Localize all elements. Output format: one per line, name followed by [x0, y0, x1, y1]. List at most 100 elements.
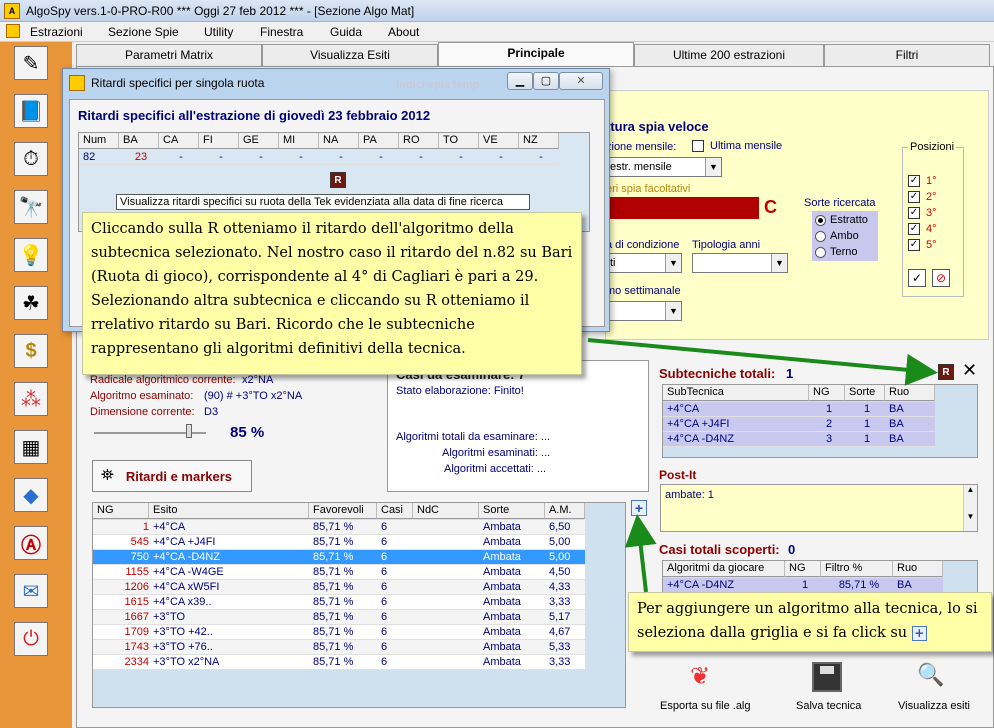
- progress-slider[interactable]: [94, 422, 206, 440]
- lightbulb-icon[interactable]: 💡: [14, 238, 48, 272]
- mail-icon[interactable]: ✉: [14, 574, 48, 608]
- table-row[interactable]: +4°CA 1 1 BA: [663, 402, 935, 417]
- close-icon[interactable]: ✕: [559, 72, 603, 90]
- column-header[interactable]: MI: [279, 133, 319, 149]
- check-all-icon[interactable]: ✓: [908, 269, 926, 287]
- tab-filtri[interactable]: Filtri: [824, 44, 990, 66]
- postit-area[interactable]: ambate: 1 ▲ ▼: [660, 484, 978, 532]
- column-header[interactable]: Sorte: [845, 385, 885, 401]
- table-row[interactable]: 545 +4°CA +J4FI 85,71 % 6 Ambata 5,00: [93, 535, 585, 550]
- esporta-button[interactable]: Esporta su file .alg: [660, 700, 751, 712]
- column-header[interactable]: VE: [479, 133, 519, 149]
- column-header[interactable]: NG: [809, 385, 845, 401]
- power-icon[interactable]: ⏻: [14, 622, 48, 656]
- column-header[interactable]: Casi: [377, 503, 413, 519]
- condizione-combo[interactable]: ti ▼: [606, 253, 682, 273]
- clock-icon[interactable]: ⏱: [14, 142, 48, 176]
- pos2-checkbox[interactable]: ✓: [908, 191, 920, 203]
- salva-button[interactable]: Salva tecnica: [796, 700, 861, 712]
- tab-parametri-matrix[interactable]: Parametri Matrix: [76, 44, 262, 66]
- column-header[interactable]: NdC scoperti: [413, 503, 479, 531]
- add-algorithm-button[interactable]: +: [631, 500, 647, 516]
- settimanale-combo[interactable]: ▼: [606, 301, 682, 321]
- drop-icon[interactable]: ◆: [14, 478, 48, 512]
- postit-scrollbar[interactable]: ▲ ▼: [963, 485, 977, 531]
- menu-guida[interactable]: Guida: [330, 25, 362, 39]
- column-header[interactable]: Algoritmi da giocare: [663, 561, 785, 577]
- column-header[interactable]: BA: [119, 133, 159, 149]
- binoculars-icon[interactable]: 🔭: [14, 190, 48, 224]
- column-header[interactable]: Filtro %: [821, 561, 893, 577]
- tab-ultime-200[interactable]: Ultime 200 estrazioni: [634, 44, 824, 66]
- r-button[interactable]: R: [938, 364, 954, 380]
- pos1-checkbox[interactable]: ✓: [908, 175, 920, 187]
- spia-input[interactable]: [606, 197, 759, 219]
- popup-r-icon[interactable]: R: [330, 172, 346, 188]
- dollar-icon[interactable]: $: [14, 334, 48, 368]
- column-header[interactable]: PA: [359, 133, 399, 149]
- results-grid[interactable]: NGEsitoFavorevoliCasiNdC scopertiSorteA.…: [92, 502, 626, 708]
- menu-estrazioni[interactable]: Estrazioni: [30, 25, 83, 39]
- minimize-icon[interactable]: ▁: [507, 72, 533, 90]
- pyramid-icon[interactable]: ⁂: [14, 382, 48, 416]
- book-icon[interactable]: 📘: [14, 94, 48, 128]
- column-header[interactable]: GE: [239, 133, 279, 149]
- column-header[interactable]: Num: [79, 133, 119, 149]
- pencil-icon[interactable]: ✎: [14, 46, 48, 80]
- column-header[interactable]: NA: [319, 133, 359, 149]
- ritardi-markers-button[interactable]: ⛯ Ritardi e markers: [92, 460, 252, 492]
- table-row[interactable]: 1709 +3°TO +42.. 85,71 % 6 Ambata 4,67: [93, 625, 585, 640]
- maximize-icon[interactable]: ▢: [533, 72, 559, 90]
- pos5-checkbox[interactable]: ✓: [908, 239, 920, 251]
- menu-finestra[interactable]: Finestra: [260, 25, 303, 39]
- pos3-checkbox[interactable]: ✓: [908, 207, 920, 219]
- column-header[interactable]: Ruo: [893, 561, 943, 577]
- table-row[interactable]: 1155 +4°CA -W4GE 85,71 % 6 Ambata 4,50: [93, 565, 585, 580]
- table-row[interactable]: +4°CA +J4FI 2 1 BA: [663, 417, 935, 432]
- visualizza-button[interactable]: Visualizza esiti: [898, 700, 970, 712]
- magnifier-icon[interactable]: 🔍: [916, 662, 946, 692]
- radio-estratto[interactable]: [815, 215, 826, 226]
- menu-sezione-spie[interactable]: Sezione Spie: [108, 25, 179, 39]
- column-header[interactable]: A.M.: [545, 503, 585, 519]
- table-row[interactable]: +4°CA -D4NZ 1 85,71 % BA: [663, 578, 943, 593]
- column-header[interactable]: NG: [93, 503, 149, 519]
- table-row[interactable]: 2334 +3°TO x2°NA 85,71 % 6 Ambata 3,33: [93, 655, 585, 670]
- calendar-icon[interactable]: ▦: [14, 430, 48, 464]
- column-header[interactable]: Sorte: [479, 503, 545, 519]
- doc-icon[interactable]: [6, 24, 20, 38]
- menu-about[interactable]: About: [388, 25, 419, 39]
- column-header[interactable]: SubTecnica: [663, 385, 809, 401]
- tab-visualizza-esiti[interactable]: Visualizza Esiti: [262, 44, 438, 66]
- table-row[interactable]: 1615 +4°CA x39.. 85,71 % 6 Ambata 3,33: [93, 595, 585, 610]
- table-row[interactable]: 1667 +3°TO 85,71 % 6 Ambata 5,17: [93, 610, 585, 625]
- radio-terno[interactable]: [815, 247, 826, 258]
- table-row[interactable]: +4°CA -D4NZ 3 1 BA: [663, 432, 935, 447]
- column-header[interactable]: Favorevoli: [309, 503, 377, 519]
- column-header[interactable]: NZ: [519, 133, 559, 149]
- column-header[interactable]: TO: [439, 133, 479, 149]
- a-icon[interactable]: Ⓐ: [14, 526, 48, 560]
- close-icon[interactable]: ✕: [962, 360, 977, 381]
- pos4-checkbox[interactable]: ✓: [908, 223, 920, 235]
- table-row[interactable]: 750 +4°CA -D4NZ 85,71 % 6 Ambata 5,00: [93, 550, 585, 565]
- column-header[interactable]: FI: [199, 133, 239, 149]
- butterfly-icon[interactable]: ❦: [680, 662, 720, 692]
- column-header[interactable]: CA: [159, 133, 199, 149]
- table-row[interactable]: 82 23 - - - - - - - - - -: [79, 150, 559, 165]
- column-header[interactable]: RO: [399, 133, 439, 149]
- table-row[interactable]: 1743 +3°TO +76.. 85,71 % 6 Ambata 5,33: [93, 640, 585, 655]
- mensile-combo[interactable]: estr. mensile ▼: [606, 157, 722, 177]
- menu-utility[interactable]: Utility: [204, 25, 233, 39]
- radio-ambo[interactable]: [815, 231, 826, 242]
- column-header[interactable]: Esito: [149, 503, 309, 519]
- clover-icon[interactable]: ☘: [14, 286, 48, 320]
- tab-principale[interactable]: Principale: [438, 42, 634, 66]
- ultima-mensile-checkbox[interactable]: [692, 140, 704, 152]
- tipologia-combo[interactable]: ▼: [692, 253, 788, 273]
- column-header[interactable]: NG: [785, 561, 821, 577]
- subtecniche-grid[interactable]: SubTecnica NG Sorte Ruo +4°CA 1 1 BA +4°CA +J4FI…: [662, 384, 978, 458]
- column-header[interactable]: Ruo: [885, 385, 935, 401]
- table-row[interactable]: 1206 +4°CA xW5FI 85,71 % 6 Ambata 4,33: [93, 580, 585, 595]
- table-row[interactable]: 1 +4°CA 85,71 % 6 Ambata 6,50: [93, 520, 585, 535]
